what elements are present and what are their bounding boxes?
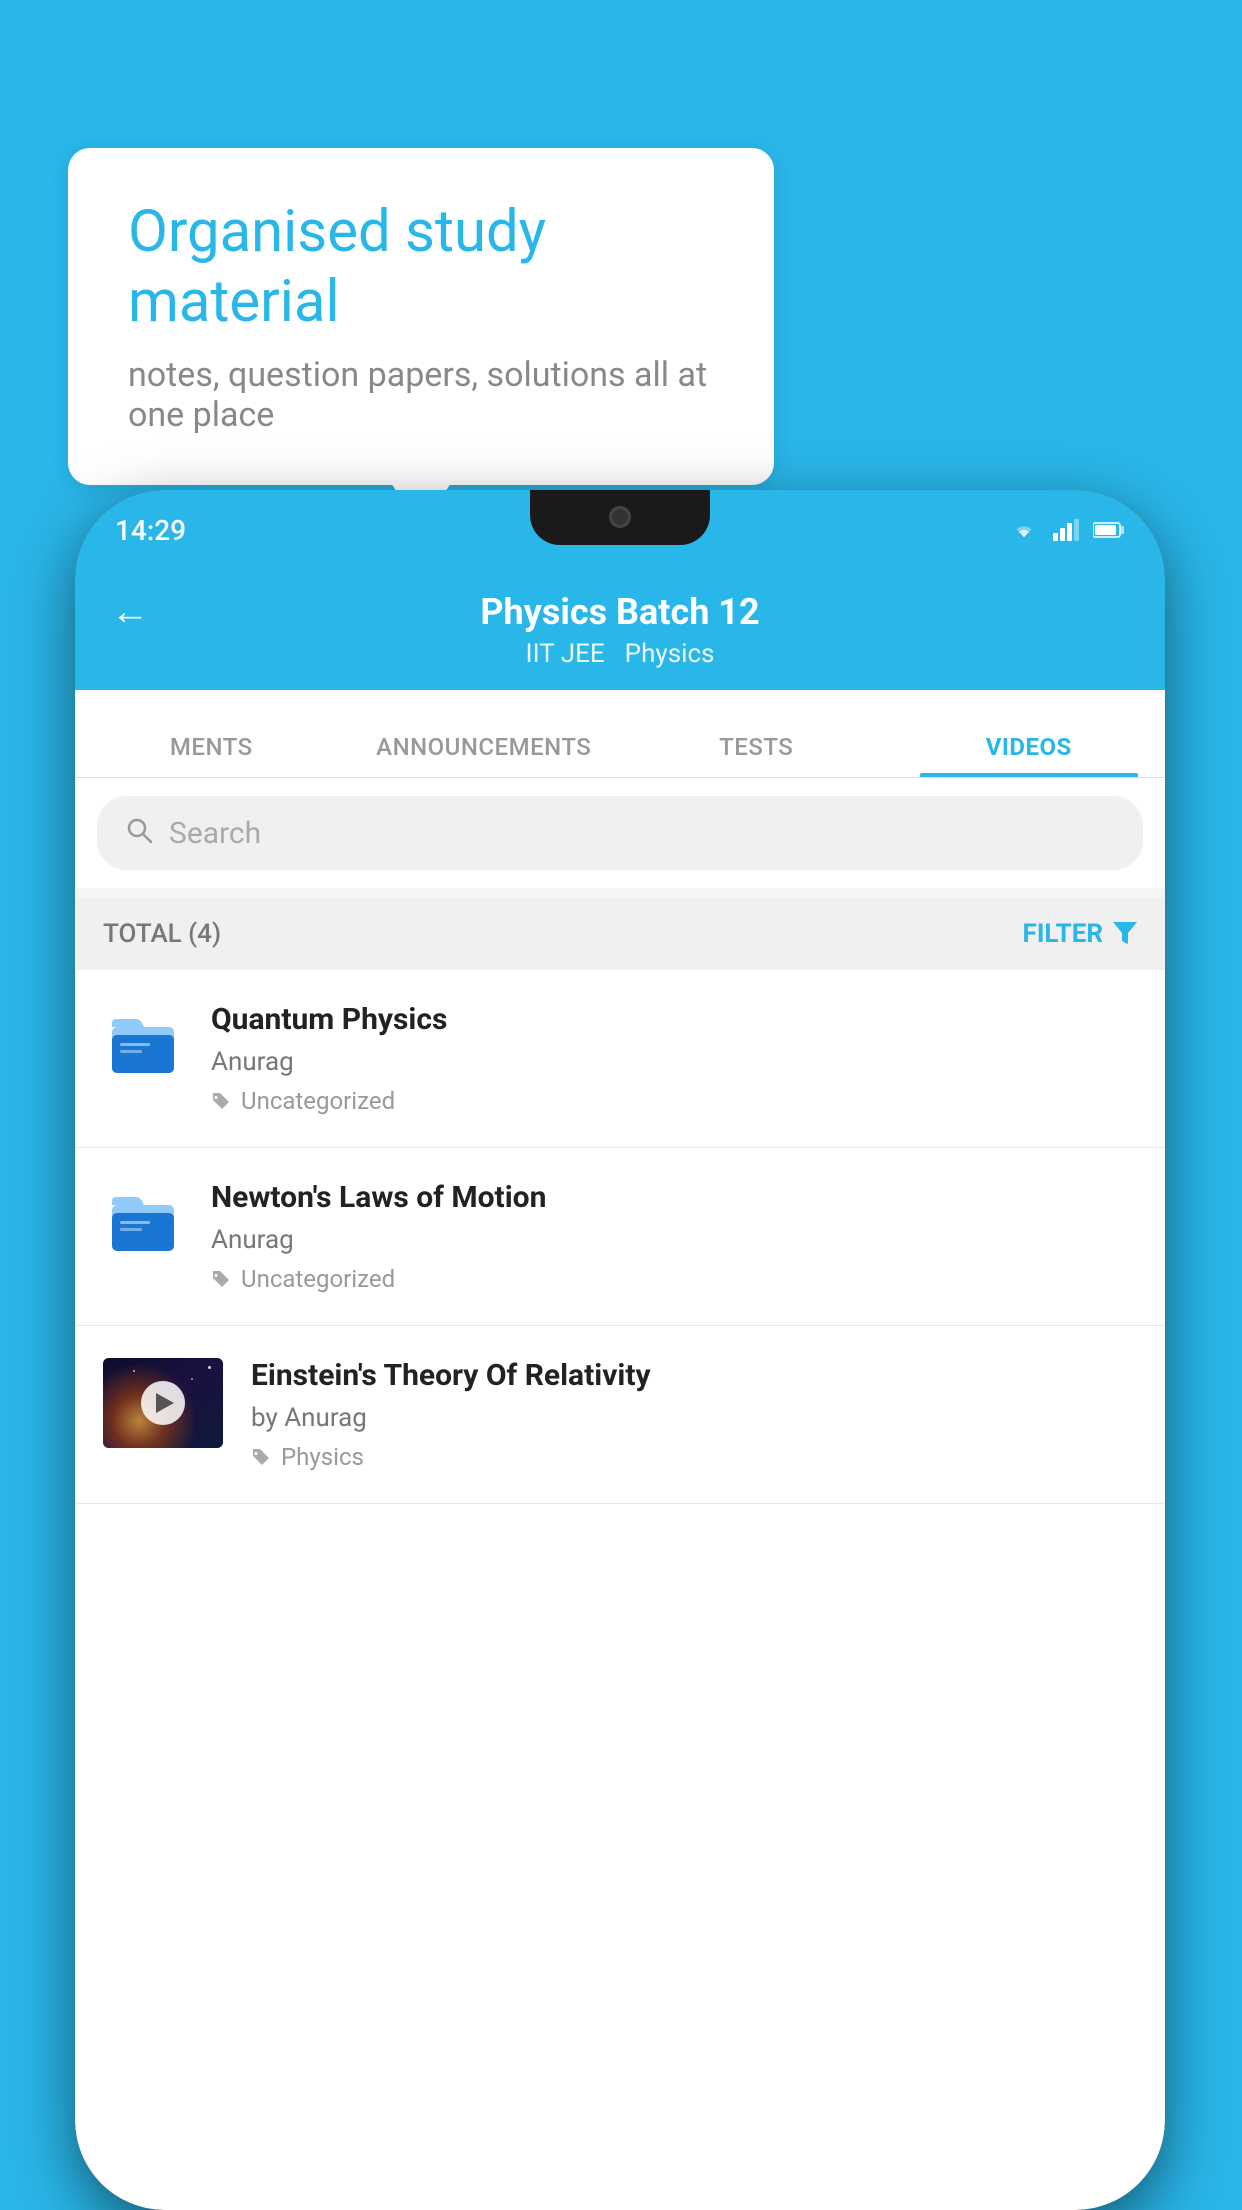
folder-icon [108, 1185, 178, 1255]
header-subtitle: IIT JEE Physics [526, 639, 715, 669]
tag-text: Physics [281, 1443, 364, 1471]
video-thumbnail [103, 1358, 223, 1448]
video-title: Quantum Physics [211, 1002, 1137, 1037]
list-item[interactable]: Quantum Physics Anurag Uncategorized [75, 970, 1165, 1148]
folder-icon [108, 1007, 178, 1077]
video-info: Einstein's Theory Of Relativity by Anura… [251, 1358, 1137, 1471]
status-icons [1009, 519, 1125, 541]
time-display: 14:29 [115, 514, 186, 547]
tag-text: Uncategorized [241, 1265, 395, 1293]
wifi-icon [1009, 519, 1039, 541]
battery-icon [1093, 521, 1125, 539]
video-author: by Anurag [251, 1403, 1137, 1433]
header-title: Physics Batch 12 [480, 591, 759, 633]
phone-frame: 14:29 [75, 490, 1165, 2210]
filter-bar: TOTAL (4) FILTER [75, 898, 1165, 970]
folder-icon-wrapper [103, 1002, 183, 1082]
video-title: Einstein's Theory Of Relativity [251, 1358, 1137, 1393]
bubble-subtitle: notes, question papers, solutions all at… [128, 355, 714, 435]
subtitle-physics: Physics [625, 639, 715, 669]
tag-icon [251, 1447, 271, 1467]
bubble-title: Organised study material [128, 198, 714, 337]
signal-icon [1053, 519, 1079, 541]
tag-icon [211, 1091, 231, 1111]
video-info: Quantum Physics Anurag Uncategorized [211, 1002, 1137, 1115]
search-bar-container: Search [75, 778, 1165, 888]
video-tag: Uncategorized [211, 1265, 1137, 1293]
list-item[interactable]: Newton's Laws of Motion Anurag Uncategor… [75, 1148, 1165, 1326]
filter-button[interactable]: FILTER [1023, 918, 1137, 951]
app-header: ← Physics Batch 12 IIT JEE Physics [75, 570, 1165, 690]
search-icon [125, 814, 153, 852]
filter-label: FILTER [1023, 919, 1103, 949]
video-info: Newton's Laws of Motion Anurag Uncategor… [211, 1180, 1137, 1293]
tag-text: Uncategorized [241, 1087, 395, 1115]
search-bar[interactable]: Search [97, 796, 1143, 870]
front-camera [609, 506, 631, 528]
tab-ments[interactable]: MENTS [75, 733, 348, 777]
total-count: TOTAL (4) [103, 919, 221, 949]
list-item[interactable]: Einstein's Theory Of Relativity by Anura… [75, 1326, 1165, 1504]
video-author: Anurag [211, 1047, 1137, 1077]
tab-announcements[interactable]: ANNOUNCEMENTS [348, 733, 621, 777]
tab-videos[interactable]: VIDEOS [893, 733, 1166, 777]
speech-bubble: Organised study material notes, question… [68, 148, 774, 485]
notch [530, 490, 710, 545]
video-title: Newton's Laws of Motion [211, 1180, 1137, 1215]
play-button[interactable] [141, 1381, 185, 1425]
back-button[interactable]: ← [111, 590, 149, 634]
filter-icon [1113, 918, 1137, 951]
header-top: ← Physics Batch 12 [75, 591, 1165, 633]
video-tag: Physics [251, 1443, 1137, 1471]
video-list: Quantum Physics Anurag Uncategorized [75, 970, 1165, 2210]
video-author: Anurag [211, 1225, 1137, 1255]
play-icon [156, 1393, 174, 1413]
tab-tests[interactable]: TESTS [620, 733, 893, 777]
tag-icon [211, 1269, 231, 1289]
folder-icon-wrapper [103, 1180, 183, 1260]
tab-bar: MENTS ANNOUNCEMENTS TESTS VIDEOS [75, 690, 1165, 778]
video-tag: Uncategorized [211, 1087, 1137, 1115]
phone-screen: 14:29 [75, 490, 1165, 2210]
subtitle-iitjee: IIT JEE [526, 639, 605, 669]
search-placeholder: Search [169, 816, 261, 851]
